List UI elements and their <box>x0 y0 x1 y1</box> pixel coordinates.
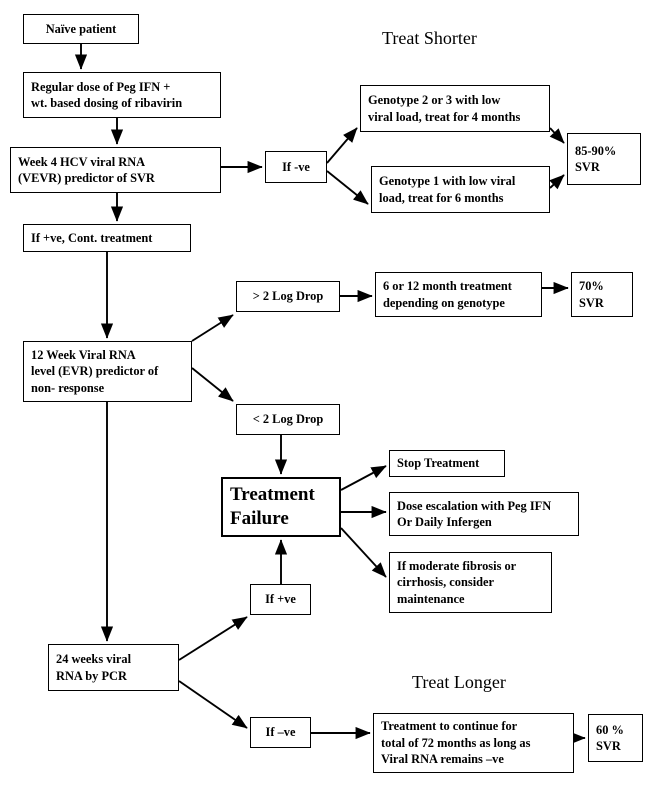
node-svr-70-percent[interactable]: 70% SVR <box>571 272 633 317</box>
node-stop-treatment[interactable]: Stop Treatment <box>389 450 505 477</box>
node-genotype-1[interactable]: Genotype 1 with low viral load, treat fo… <box>371 166 550 213</box>
treat-longer-heading: Treat Longer <box>412 672 506 692</box>
node-week24-viral-rna-pcr[interactable]: 24 weeks viral RNA by PCR <box>48 644 179 691</box>
node-less-than-2-log-drop[interactable]: < 2 Log Drop <box>236 404 340 435</box>
node-naive-patient[interactable]: Naïve patient <box>23 14 139 44</box>
node-if-negative-week4[interactable]: If -ve <box>265 151 327 183</box>
node-svr-60-percent[interactable]: 60 % SVR <box>588 714 643 762</box>
node-dose-escalation[interactable]: Dose escalation with Peg IFN Or Daily In… <box>389 492 579 536</box>
node-moderate-fibrosis-maintenance[interactable]: If moderate fibrosis or cirrhosis, consi… <box>389 552 552 613</box>
node-regular-dose[interactable]: Regular dose of Peg IFN + wt. based dosi… <box>23 72 221 118</box>
node-svr-85-90-percent[interactable]: 85-90% SVR <box>567 133 641 185</box>
node-week4-hcv-viral-rna[interactable]: Week 4 HCV viral RNA (VEVR) predictor of… <box>10 147 221 193</box>
node-genotype-2-or-3[interactable]: Genotype 2 or 3 with low viral load, tre… <box>360 85 550 132</box>
node-greater-than-2-log-drop[interactable]: > 2 Log Drop <box>236 281 340 312</box>
node-if-negative-24-weeks[interactable]: If –ve <box>250 717 311 748</box>
node-six-or-twelve-month-treatment[interactable]: 6 or 12 month treatment depending on gen… <box>375 272 542 317</box>
flowchart-canvas: Treat Shorter Treat Longer Naïve patient… <box>0 0 652 790</box>
node-treatment-to-continue[interactable]: Treatment to continue for total of 72 mo… <box>373 713 574 773</box>
node-if-positive-continue-treatment[interactable]: If +ve, Cont. treatment <box>23 224 191 252</box>
node-if-positive-24-weeks[interactable]: If +ve <box>250 584 311 615</box>
node-treatment-failure[interactable]: Treatment Failure <box>221 477 341 537</box>
treat-shorter-heading: Treat Shorter <box>382 28 477 48</box>
node-week12-viral-rna[interactable]: 12 Week Viral RNA level (EVR) predictor … <box>23 341 192 402</box>
